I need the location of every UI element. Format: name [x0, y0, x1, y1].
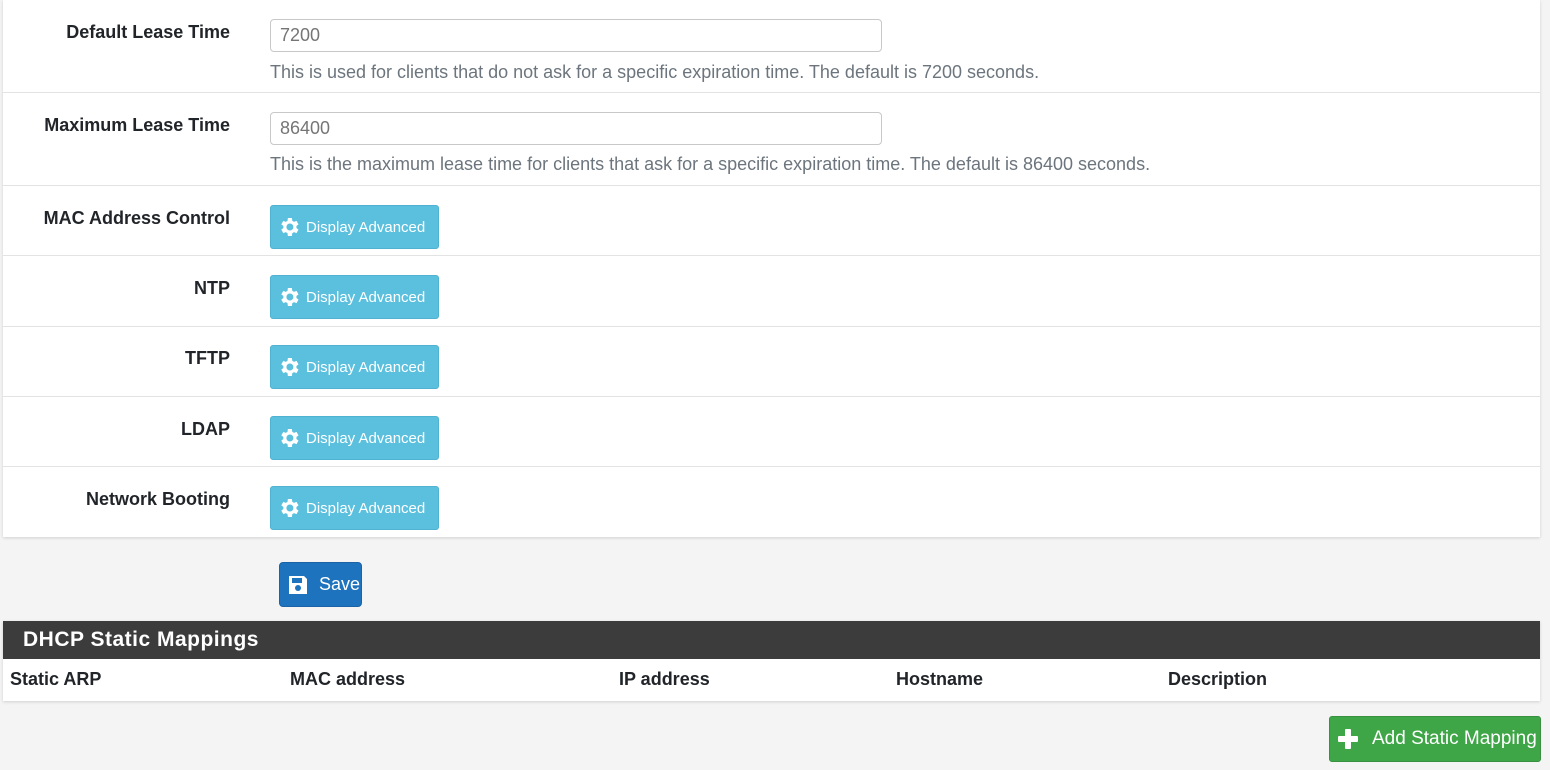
static-mappings-title: DHCP Static Mappings [3, 621, 1540, 659]
add-static-mapping-button[interactable]: Add Static Mapping [1329, 716, 1541, 762]
max-lease-help: This is the maximum lease time for clien… [270, 154, 1151, 174]
max-lease-input[interactable] [270, 112, 882, 145]
save-label: Save [319, 574, 361, 594]
max-lease-label: Maximum Lease Time [44, 115, 230, 135]
network-booting-label: Network Booting [86, 489, 230, 509]
ntp-row: NTP Display Advanced [3, 256, 1540, 327]
tftp-advanced-button[interactable]: Display Advanced [270, 345, 439, 389]
column-header-mac-address: MAC address [290, 669, 406, 689]
column-header-description: Description [1168, 669, 1268, 689]
max-lease-row: Maximum Lease Time This is the maximum l… [3, 93, 1540, 186]
ldap-advanced-button[interactable]: Display Advanced [270, 416, 439, 460]
add-static-mapping-label: Add Static Mapping [1372, 728, 1537, 749]
tftp-advanced-label: Display Advanced [306, 358, 426, 376]
dhcp-settings-panel: Default Lease Time This is used for clie… [3, 0, 1540, 537]
ntp-label: NTP [194, 278, 230, 298]
ldap-advanced-label: Display Advanced [306, 429, 426, 447]
column-header-hostname: Hostname [896, 669, 984, 689]
gear-icon [281, 288, 299, 306]
ldap-label: LDAP [181, 419, 230, 439]
network-booting-advanced-button[interactable]: Display Advanced [270, 486, 439, 530]
static-mappings-panel: DHCP Static Mappings Static ARP MAC addr… [3, 621, 1540, 701]
column-header-ip-address: IP address [619, 669, 710, 689]
tftp-row: TFTP Display Advanced [3, 327, 1540, 397]
network-booting-advanced-label: Display Advanced [306, 499, 426, 517]
column-header-static-arp: Static ARP [10, 669, 102, 689]
save-button[interactable]: Save [279, 562, 362, 607]
gear-icon [281, 499, 299, 517]
ntp-advanced-button[interactable]: Display Advanced [270, 275, 439, 319]
default-lease-label: Default Lease Time [66, 22, 230, 42]
mac-address-control-label: MAC Address Control [43, 208, 230, 228]
ldap-row: LDAP Display Advanced [3, 397, 1540, 467]
default-lease-row: Default Lease Time This is used for clie… [3, 0, 1540, 93]
network-booting-row: Network Booting Display Advanced [3, 467, 1540, 537]
mac-address-control-row: MAC Address Control Display Advanced [3, 186, 1540, 256]
gear-icon [281, 429, 299, 447]
floppy-disk-icon [289, 575, 307, 594]
default-lease-help: This is used for clients that do not ask… [270, 62, 1040, 82]
default-lease-input[interactable] [270, 19, 882, 52]
gear-icon [281, 218, 299, 236]
ntp-advanced-label: Display Advanced [306, 288, 426, 306]
mac-address-control-advanced-button[interactable]: Display Advanced [270, 205, 439, 249]
gear-icon [281, 358, 299, 376]
tftp-label: TFTP [185, 348, 230, 368]
mac-address-control-advanced-label: Display Advanced [306, 218, 426, 236]
plus-icon [1338, 729, 1358, 749]
